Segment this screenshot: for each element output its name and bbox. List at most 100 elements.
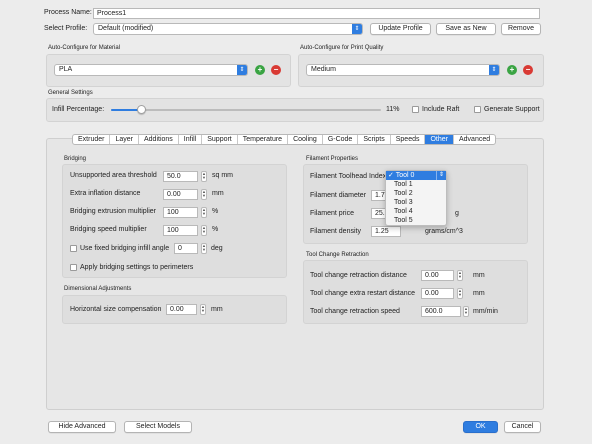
retraction-distance-input[interactable]: 0.00 <box>421 270 454 281</box>
hide-advanced-button[interactable]: Hide Advanced <box>48 421 116 433</box>
filament-properties-title: Filament Properties <box>306 156 359 162</box>
quality-dropdown[interactable]: Medium ⇕ <box>306 64 500 76</box>
unsupported-area-unit: sq mm <box>212 172 233 179</box>
fixed-angle-label: Use fixed bridging infill angle <box>80 245 170 252</box>
horizontal-compensation-unit: mm <box>211 306 223 313</box>
include-raft-label: Include Raft <box>422 106 460 113</box>
fixed-angle-stepper[interactable]: ▲ ▼ <box>201 243 207 254</box>
filament-density-label: Filament density <box>310 228 361 235</box>
process-name-label: Process Name: <box>44 9 92 16</box>
retraction-speed-input[interactable]: 600.0 <box>421 306 461 317</box>
tab-other[interactable]: Other <box>425 135 454 144</box>
toolhead-index-label: Filament Toolhead Index <box>310 173 387 180</box>
bridging-title: Bridging <box>64 156 87 162</box>
extra-inflation-input[interactable]: 0.00 <box>163 189 198 200</box>
fixed-angle-checkbox[interactable] <box>70 245 77 252</box>
unsupported-area-input[interactable]: 50.0 <box>163 171 198 182</box>
select-models-button[interactable]: Select Models <box>124 421 192 433</box>
add-material-button[interactable]: + <box>255 65 265 75</box>
toolhead-option[interactable]: Tool 4 <box>386 207 446 216</box>
chevron-updown-icon: ⇕ <box>352 24 362 34</box>
save-as-new-button[interactable]: Save as New <box>436 23 496 35</box>
remove-quality-button[interactable]: − <box>523 65 533 75</box>
select-profile-label: Select Profile: <box>44 25 88 32</box>
include-raft-checkbox[interactable] <box>412 106 419 113</box>
extrusion-multiplier-stepper[interactable]: ▲ ▼ <box>201 207 207 218</box>
tab-scripts[interactable]: Scripts <box>358 135 391 144</box>
checkmark-icon: ✓ <box>388 172 394 179</box>
chevron-updown-icon: ⇕ <box>436 171 446 180</box>
fixed-angle-input[interactable]: 0 <box>174 243 198 254</box>
horizontal-compensation-stepper[interactable]: ▲ ▼ <box>200 304 206 315</box>
toolhead-option-selected[interactable]: ✓ Tool 0 ⇕ <box>386 171 446 180</box>
quality-value: Medium <box>311 66 336 73</box>
chevron-updown-icon: ⇕ <box>237 65 247 75</box>
extra-restart-stepper[interactable]: ▲ ▼ <box>457 288 463 299</box>
tab-layer[interactable]: Layer <box>110 135 139 144</box>
filament-price-unit: g <box>455 210 459 217</box>
tab-advanced[interactable]: Advanced <box>454 135 495 144</box>
material-dropdown[interactable]: PLA ⇕ <box>54 64 248 76</box>
toolhead-option[interactable]: Tool 1 <box>386 180 446 189</box>
dimensional-title: Dimensional Adjustments <box>64 286 132 292</box>
ok-button[interactable]: OK <box>463 421 498 433</box>
tab-cooling[interactable]: Cooling <box>288 135 323 144</box>
infill-slider-track[interactable] <box>111 105 381 114</box>
tab-temperature[interactable]: Temperature <box>238 135 289 144</box>
extra-inflation-unit: mm <box>212 190 224 197</box>
toolhead-option[interactable]: Tool 3 <box>386 198 446 207</box>
extra-inflation-label: Extra inflation distance <box>70 190 141 197</box>
apply-perimeters-checkbox[interactable] <box>70 264 77 271</box>
speed-multiplier-label: Bridging speed multiplier <box>70 226 147 233</box>
cancel-button[interactable]: Cancel <box>504 421 541 433</box>
filament-diameter-label: Filament diameter <box>310 192 367 199</box>
extra-inflation-stepper[interactable]: ▲ ▼ <box>201 189 207 200</box>
infill-slider-handle[interactable] <box>137 105 146 114</box>
autoconfig-quality-title: Auto-Configure for Print Quality <box>300 45 384 51</box>
tab-extruder[interactable]: Extruder <box>73 135 111 144</box>
speed-multiplier-stepper[interactable]: ▲ ▼ <box>201 225 207 236</box>
retraction-distance-unit: mm <box>473 272 485 279</box>
tab-additions[interactable]: Additions <box>139 135 179 144</box>
retraction-distance-stepper[interactable]: ▲ ▼ <box>457 270 463 281</box>
infill-percentage-value: 11% <box>386 106 400 113</box>
settings-tabs: Extruder Layer Additions Infill Support Tempe… <box>72 134 497 145</box>
select-profile-value: Default (modified) <box>98 25 154 32</box>
horizontal-compensation-input[interactable]: 0.00 <box>166 304 197 315</box>
tab-g-code[interactable]: G-Code <box>323 135 359 144</box>
unsupported-area-label: Unsupported area threshold <box>70 172 157 179</box>
filament-density-input[interactable]: 1.25 <box>371 226 401 237</box>
update-profile-button[interactable]: Update Profile <box>370 23 431 35</box>
add-quality-button[interactable]: + <box>507 65 517 75</box>
retraction-speed-label: Tool change retraction speed <box>310 308 400 315</box>
generate-support-label: Generate Support <box>484 106 540 113</box>
autoconfig-material-title: Auto-Configure for Material <box>48 45 121 51</box>
tab-speeds[interactable]: Speeds <box>391 135 426 144</box>
tool-change-title: Tool Change Retraction <box>306 252 369 258</box>
remove-button[interactable]: Remove <box>501 23 541 35</box>
toolhead-option[interactable]: Tool 2 <box>386 189 446 198</box>
filament-price-label: Filament price <box>310 210 354 217</box>
general-settings-title: General Settings <box>48 90 93 96</box>
process-name-input[interactable]: Process1 <box>93 8 540 19</box>
retraction-distance-label: Tool change retraction distance <box>310 272 407 279</box>
apply-perimeters-label: Apply bridging settings to perimeters <box>80 264 194 271</box>
toolhead-option-label: Tool 0 <box>395 172 415 179</box>
tab-infill[interactable]: Infill <box>179 135 203 144</box>
filament-density-unit: grams/cm^3 <box>425 228 463 235</box>
infill-percentage-label: Infill Percentage: <box>52 106 105 113</box>
retraction-speed-unit: mm/min <box>473 308 498 315</box>
extra-restart-input[interactable]: 0.00 <box>421 288 454 299</box>
horizontal-compensation-label: Horizontal size compensation <box>70 306 162 313</box>
remove-material-button[interactable]: − <box>271 65 281 75</box>
chevron-updown-icon: ⇕ <box>489 65 499 75</box>
speed-multiplier-input[interactable]: 100 <box>163 225 198 236</box>
fixed-angle-unit: deg <box>211 245 223 252</box>
retraction-speed-stepper[interactable]: ▲ ▼ <box>463 306 469 317</box>
toolhead-option[interactable]: Tool 5 <box>386 216 446 225</box>
generate-support-checkbox[interactable] <box>474 106 481 113</box>
unsupported-area-stepper[interactable]: ▲ ▼ <box>201 171 207 182</box>
tab-support[interactable]: Support <box>202 135 238 144</box>
extrusion-multiplier-input[interactable]: 100 <box>163 207 198 218</box>
select-profile-dropdown[interactable]: Default (modified) ⇕ <box>93 23 363 35</box>
